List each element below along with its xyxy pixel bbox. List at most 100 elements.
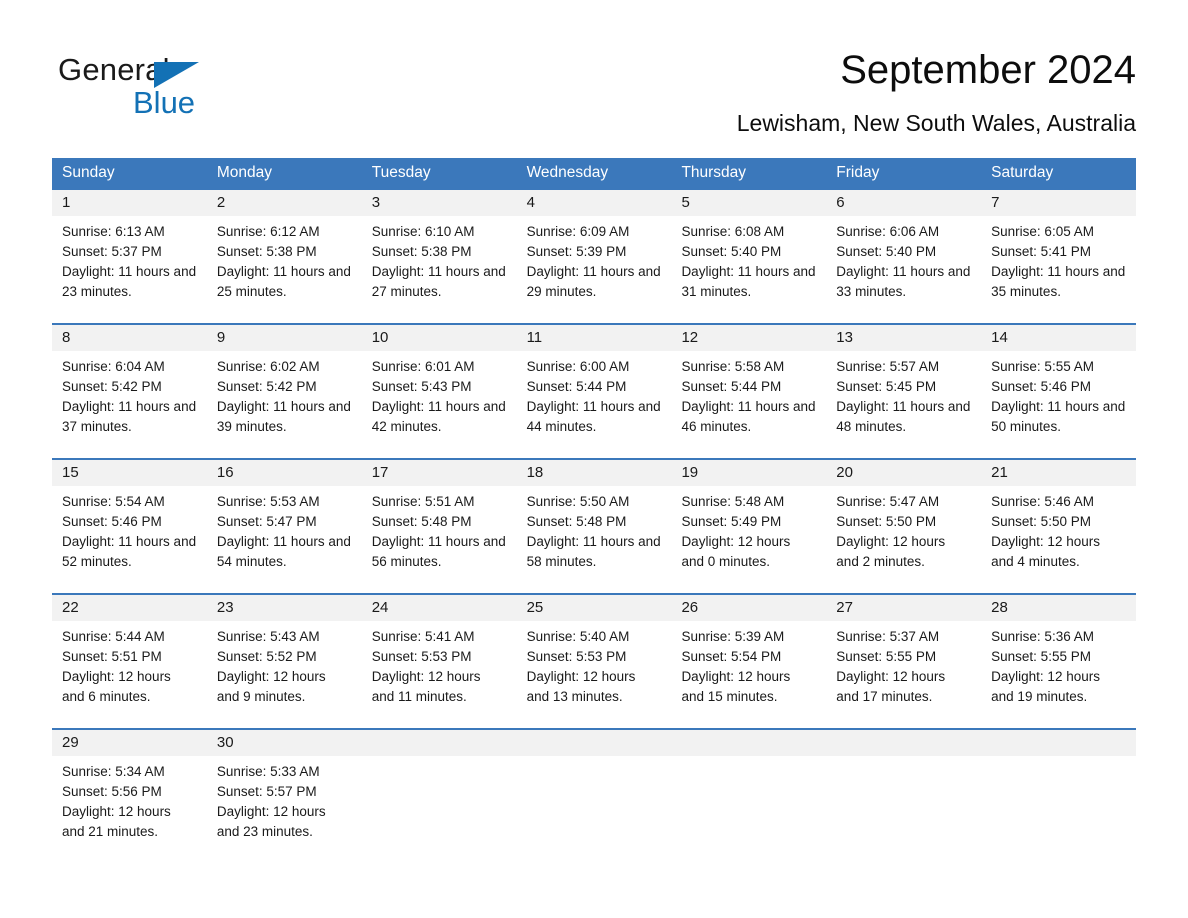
- weekday-header-saturday: Saturday: [991, 164, 1054, 181]
- day-cell[interactable]: 6 Sunrise: 6:06 AM Sunset: 5:40 PM Daylight…: [826, 190, 982, 323]
- sunset-text: Sunset: 5:50 PM: [991, 514, 1091, 529]
- sunset-text: Sunset: 5:46 PM: [62, 514, 162, 529]
- daylight-text: Daylight: 12 hours and 0 minutes.: [681, 534, 791, 569]
- sunset-text: Sunset: 5:41 PM: [991, 244, 1091, 259]
- sunrise-text: Sunrise: 5:41 AM: [371, 629, 475, 644]
- day-cell[interactable]: 22 Sunrise: 5:44 AM Sunset: 5:51 PM Dayligh…: [52, 595, 207, 728]
- calendar-week-row: 29 Sunrise: 5:34 AM Sunset: 5:56 PM Dayligh…: [52, 728, 1137, 863]
- day-cell[interactable]: 29 Sunrise: 5:34 AM Sunset: 5:56 PM Dayligh…: [52, 730, 207, 863]
- day-number: 20: [826, 460, 982, 486]
- sunrise-text: Sunrise: 6:04 AM: [62, 359, 165, 374]
- calendar-week-row: 22 Sunrise: 5:44 AM Sunset: 5:51 PM Dayligh…: [52, 593, 1137, 728]
- day-cell[interactable]: 8 Sunrise: 6:04 AM Sunset: 5:42 PM Daylight…: [52, 325, 207, 458]
- day-number: 30: [206, 730, 362, 756]
- day-details: Sunrise: 5:43 AM Sunset: 5:52 PM Daylight:…: [207, 621, 362, 707]
- sunset-text: Sunset: 5:47 PM: [216, 514, 317, 529]
- brand-name-general: General: [58, 52, 170, 87]
- day-cell[interactable]: 2 Sunrise: 6:12 AM Sunset: 5:38 PM Daylight…: [206, 190, 362, 323]
- weekday-header-friday: Friday: [836, 164, 880, 181]
- day-number: [826, 730, 982, 756]
- day-cell[interactable]: 15 Sunrise: 5:54 AM Sunset: 5:46 PM Dayligh…: [52, 460, 207, 593]
- daylight-text: Daylight: 12 hours and 23 minutes.: [216, 804, 326, 839]
- day-cell[interactable]: 12 Sunrise: 5:58 AM Sunset: 5:44 PM Dayligh…: [671, 325, 827, 458]
- calendar-weeks: 1 Sunrise: 6:13 AM Sunset: 5:37 PM Daylight…: [52, 188, 1137, 863]
- day-cell[interactable]: 30 Sunrise: 5:33 AM Sunset: 5:57 PM Dayligh…: [206, 730, 362, 863]
- sunrise-text: Sunrise: 5:55 AM: [991, 359, 1094, 374]
- sunrise-text: Sunrise: 5:54 AM: [62, 494, 165, 509]
- day-number: 2: [206, 190, 362, 216]
- sunset-text: Sunset: 5:46 PM: [991, 379, 1091, 394]
- day-number: 9: [206, 325, 362, 351]
- calendar-week-row: 15 Sunrise: 5:54 AM Sunset: 5:46 PM Dayligh…: [52, 458, 1137, 593]
- calendar-grid: Sunday Monday Tuesday Wednesday Thursday Frid…: [52, 158, 1137, 863]
- sunset-text: Sunset: 5:51 PM: [62, 649, 162, 664]
- day-cell[interactable]: 23 Sunrise: 5:43 AM Sunset: 5:52 PM Dayligh…: [206, 595, 362, 728]
- day-cell[interactable]: 4 Sunrise: 6:09 AM Sunset: 5:39 PM Daylight…: [516, 190, 672, 323]
- sunset-text: Sunset: 5:42 PM: [62, 379, 162, 394]
- calendar-page: General Blue September 2024 Lewisham, Ne…: [0, 0, 1188, 918]
- day-cell[interactable]: 7 Sunrise: 6:05 AM Sunset: 5:41 PM Daylight…: [981, 190, 1137, 323]
- daylight-text: Daylight: 12 hours and 19 minutes.: [991, 669, 1100, 704]
- daylight-text: Daylight: 11 hours and 46 minutes.: [681, 399, 816, 434]
- sunrise-text: Sunrise: 5:51 AM: [371, 494, 475, 509]
- day-number: 25: [516, 595, 672, 621]
- day-cell[interactable]: 19 Sunrise: 5:48 AM Sunset: 5:49 PM Dayligh…: [671, 460, 827, 593]
- day-cell[interactable]: 25 Sunrise: 5:40 AM Sunset: 5:53 PM Dayligh…: [516, 595, 672, 728]
- sunrise-text: Sunrise: 5:58 AM: [681, 359, 785, 374]
- daylight-text: Daylight: 11 hours and 35 minutes.: [991, 264, 1126, 299]
- brand-name-blue: Blue: [133, 85, 196, 120]
- day-details: Sunrise: 6:01 AM Sunset: 5:43 PM Daylight:…: [362, 351, 517, 437]
- day-details: Sunrise: 6:13 AM Sunset: 5:37 PM Daylight:…: [52, 216, 207, 302]
- sunrise-text: Sunrise: 5:53 AM: [216, 494, 320, 509]
- sunset-text: Sunset: 5:53 PM: [371, 649, 472, 664]
- page-title: September 2024: [840, 48, 1136, 92]
- daylight-text: Daylight: 12 hours and 17 minutes.: [836, 669, 946, 704]
- day-number: 22: [52, 595, 207, 621]
- daylight-text: Daylight: 12 hours and 11 minutes.: [371, 669, 481, 704]
- day-cell[interactable]: 10 Sunrise: 6:01 AM Sunset: 5:43 PM Dayligh…: [361, 325, 517, 458]
- sunset-text: Sunset: 5:50 PM: [836, 514, 937, 529]
- daylight-text: Daylight: 11 hours and 48 minutes.: [836, 399, 971, 434]
- sunset-text: Sunset: 5:37 PM: [62, 244, 162, 259]
- weekday-header-sunday: Sunday: [62, 164, 115, 181]
- day-cell-empty: [516, 730, 672, 863]
- day-cell[interactable]: 3 Sunrise: 6:10 AM Sunset: 5:38 PM Daylight…: [361, 190, 517, 323]
- day-cell[interactable]: 14 Sunrise: 5:55 AM Sunset: 5:46 PM Dayligh…: [981, 325, 1137, 458]
- day-cell[interactable]: 16 Sunrise: 5:53 AM Sunset: 5:47 PM Dayligh…: [206, 460, 362, 593]
- day-number: 28: [981, 595, 1137, 621]
- day-cell[interactable]: 13 Sunrise: 5:57 AM Sunset: 5:45 PM Dayligh…: [826, 325, 982, 458]
- day-cell[interactable]: 17 Sunrise: 5:51 AM Sunset: 5:48 PM Dayligh…: [361, 460, 517, 593]
- day-number: 26: [671, 595, 827, 621]
- day-cell[interactable]: 28 Sunrise: 5:36 AM Sunset: 5:55 PM Dayligh…: [981, 595, 1137, 728]
- sunrise-text: Sunrise: 5:39 AM: [681, 629, 785, 644]
- day-cell[interactable]: 20 Sunrise: 5:47 AM Sunset: 5:50 PM Dayligh…: [826, 460, 982, 593]
- day-cell[interactable]: 1 Sunrise: 6:13 AM Sunset: 5:37 PM Daylight…: [52, 190, 207, 323]
- day-details: Sunrise: 6:08 AM Sunset: 5:40 PM Daylight:…: [671, 216, 826, 302]
- day-details: Sunrise: 6:10 AM Sunset: 5:38 PM Daylight:…: [362, 216, 517, 302]
- sunrise-text: Sunrise: 6:10 AM: [371, 224, 475, 239]
- day-details: Sunrise: 6:02 AM Sunset: 5:42 PM Daylight:…: [207, 351, 362, 437]
- day-cell[interactable]: 26 Sunrise: 5:39 AM Sunset: 5:54 PM Dayligh…: [671, 595, 827, 728]
- daylight-text: Daylight: 12 hours and 6 minutes.: [62, 669, 171, 704]
- day-number: 5: [671, 190, 827, 216]
- day-cell[interactable]: 21 Sunrise: 5:46 AM Sunset: 5:50 PM Dayligh…: [981, 460, 1137, 593]
- sunrise-text: Sunrise: 6:05 AM: [991, 224, 1094, 239]
- sunset-text: Sunset: 5:55 PM: [836, 649, 937, 664]
- sunset-text: Sunset: 5:48 PM: [371, 514, 472, 529]
- sunrise-text: Sunrise: 5:44 AM: [62, 629, 165, 644]
- day-cell[interactable]: 11 Sunrise: 6:00 AM Sunset: 5:44 PM Dayligh…: [516, 325, 672, 458]
- brand-logo[interactable]: General Blue: [58, 52, 278, 128]
- sunset-text: Sunset: 5:40 PM: [681, 244, 782, 259]
- sunrise-text: Sunrise: 6:12 AM: [216, 224, 320, 239]
- sunset-text: Sunset: 5:44 PM: [681, 379, 782, 394]
- sunset-text: Sunset: 5:44 PM: [526, 379, 627, 394]
- sunset-text: Sunset: 5:45 PM: [836, 379, 937, 394]
- day-details: Sunrise: 6:06 AM Sunset: 5:40 PM Daylight:…: [826, 216, 981, 302]
- daylight-text: Daylight: 12 hours and 9 minutes.: [216, 669, 326, 704]
- day-cell[interactable]: 27 Sunrise: 5:37 AM Sunset: 5:55 PM Dayligh…: [826, 595, 982, 728]
- day-cell[interactable]: 18 Sunrise: 5:50 AM Sunset: 5:48 PM Dayligh…: [516, 460, 672, 593]
- day-cell[interactable]: 24 Sunrise: 5:41 AM Sunset: 5:53 PM Dayligh…: [361, 595, 517, 728]
- daylight-text: Daylight: 12 hours and 13 minutes.: [526, 669, 636, 704]
- day-cell[interactable]: 5 Sunrise: 6:08 AM Sunset: 5:40 PM Daylight…: [671, 190, 827, 323]
- day-cell[interactable]: 9 Sunrise: 6:02 AM Sunset: 5:42 PM Daylight…: [206, 325, 362, 458]
